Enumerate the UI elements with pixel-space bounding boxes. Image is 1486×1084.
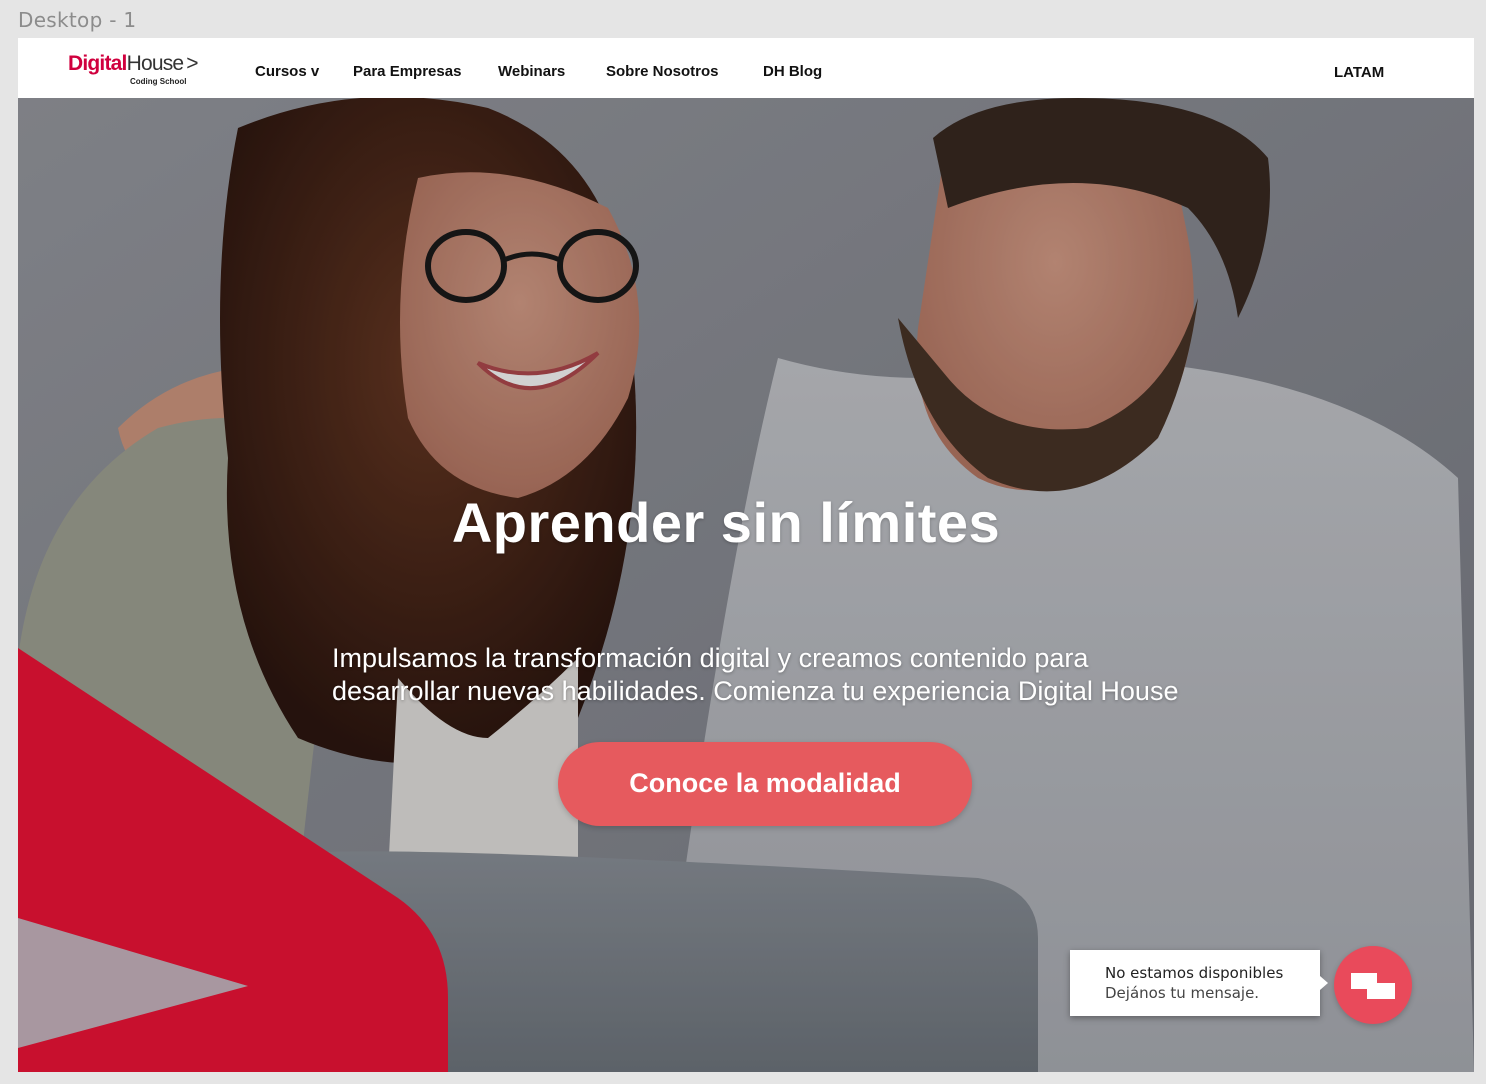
chat-prompt-text: Dejános tu mensaje. bbox=[1105, 984, 1260, 1002]
nav-item-cursos[interactable]: Cursos v bbox=[255, 38, 319, 98]
hero-subtitle-line2: desarrollar nuevas habilidades. Comienza… bbox=[332, 676, 1179, 706]
site-header: DigitalHouse > Coding School Cursos v Par… bbox=[18, 38, 1474, 98]
hero-title: Aprender sin límites bbox=[451, 491, 1001, 554]
desktop-artboard: DigitalHouse > Coding School Cursos v Par… bbox=[18, 38, 1474, 1072]
hero-subtitle-line1: Impulsamos la transformación digital y c… bbox=[332, 643, 1089, 673]
nav-item-sobre-nosotros[interactable]: Sobre Nosotros bbox=[606, 38, 719, 98]
hero-section: Aprender sin límites Impulsamos la trans… bbox=[18, 98, 1474, 1072]
artboard-label: Desktop - 1 bbox=[18, 8, 137, 32]
chat-launcher-button[interactable] bbox=[1334, 946, 1412, 1024]
chat-status-text: No estamos disponibles bbox=[1105, 964, 1284, 982]
hero-photo bbox=[18, 98, 1474, 1072]
logo-arrow-icon: > bbox=[186, 52, 198, 75]
digital-house-logo[interactable]: DigitalHouse > Coding School bbox=[68, 52, 208, 88]
chat-icon bbox=[1351, 973, 1395, 999]
logo-tagline: Coding School bbox=[130, 77, 187, 86]
nav-item-webinars[interactable]: Webinars bbox=[498, 38, 565, 98]
nav-item-dh-blog[interactable]: DH Blog bbox=[763, 38, 822, 98]
logo-brand-part1: Digital bbox=[68, 52, 127, 75]
conoce-la-modalidad-button[interactable]: Conoce la modalidad bbox=[558, 742, 972, 826]
chat-offline-bubble[interactable]: No estamos disponibles Dejános tu mensaj… bbox=[1070, 950, 1328, 1016]
nav-item-para-empresas[interactable]: Para Empresas bbox=[353, 38, 461, 98]
hero-subtitle: Impulsamos la transformación digital y c… bbox=[332, 642, 1252, 708]
logo-brand-part2: House bbox=[126, 52, 185, 75]
region-selector[interactable]: LATAM bbox=[1334, 38, 1384, 98]
logo-wordmark: DigitalHouse > bbox=[68, 52, 199, 76]
